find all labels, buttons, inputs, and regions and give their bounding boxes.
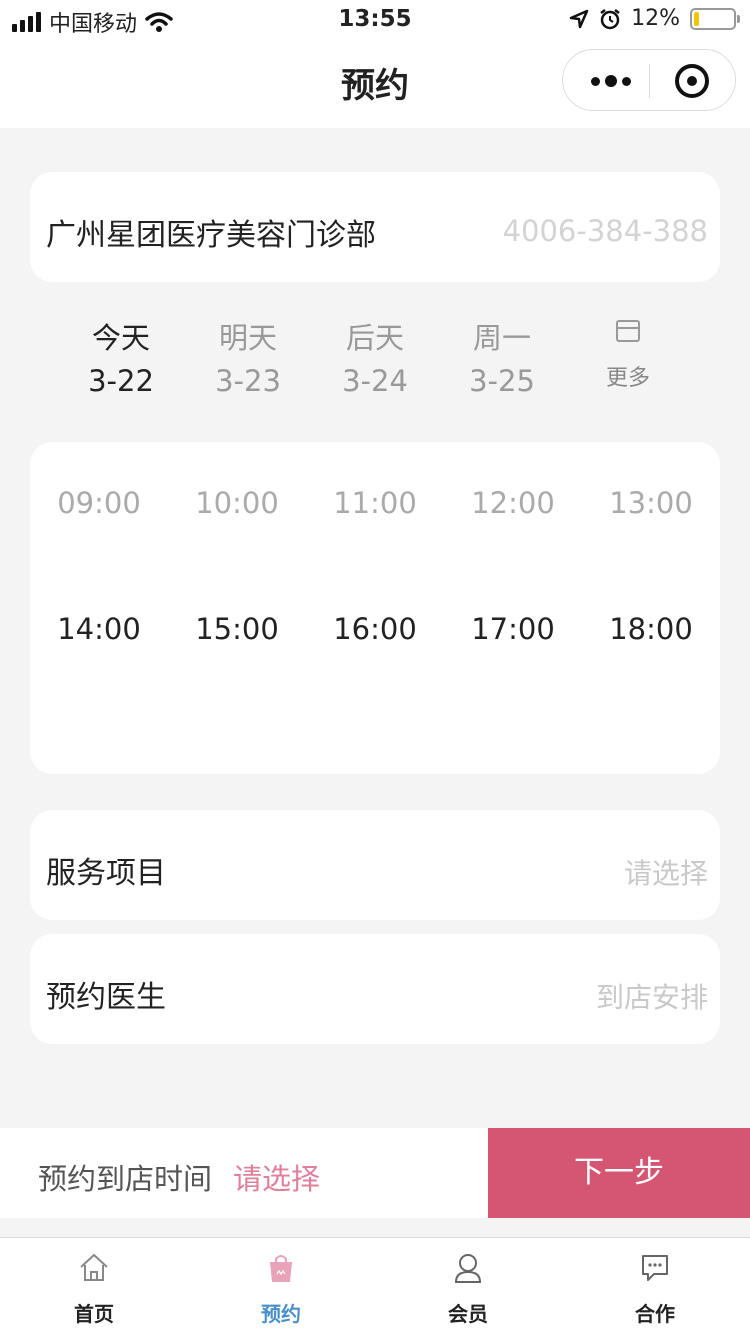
shopping-bag-icon bbox=[270, 1255, 292, 1282]
booking-time-choose[interactable]: 请选择 bbox=[233, 1156, 320, 1198]
date-tab-date: 3-25 bbox=[469, 364, 535, 398]
service-row[interactable]: 服务项目 请选择 bbox=[30, 810, 720, 920]
date-tab-date: 3-22 bbox=[88, 364, 154, 398]
booking-time-label: 预约到店时间 bbox=[38, 1162, 213, 1196]
store-phone[interactable]: 4006-384-388 bbox=[503, 214, 708, 248]
tab-member-label: 会员 bbox=[448, 1302, 488, 1326]
calendar-icon bbox=[616, 320, 640, 342]
doctor-value: 到店安排 bbox=[595, 981, 708, 1014]
date-tab-3[interactable]: 周一 3-25 bbox=[442, 318, 562, 404]
tab-member[interactable]: 会员 bbox=[374, 1238, 562, 1334]
date-tab-name: 明天 bbox=[218, 321, 277, 355]
battery-icon bbox=[690, 7, 740, 30]
status-bar: 中国移动 13:55 12% bbox=[0, 0, 750, 40]
location-icon bbox=[569, 9, 589, 28]
more-icon[interactable] bbox=[591, 72, 631, 90]
tab-booking[interactable]: 预约 bbox=[187, 1238, 375, 1334]
time-slot[interactable]: 16:00 bbox=[306, 612, 444, 646]
time-slot[interactable]: 13:00 bbox=[582, 486, 720, 520]
time-slot-card: 09:00 10:00 11:00 12:00 13:00 14:00 15:00 16:00… bbox=[30, 442, 720, 774]
doctor-row[interactable]: 预约医生 到店安排 bbox=[30, 934, 720, 1044]
close-target-icon[interactable] bbox=[675, 64, 709, 98]
tab-bar: 首页 预约 会员 合作 bbox=[0, 1237, 750, 1334]
store-card: 广州星团医疗美容门诊部 4006-384-388 bbox=[30, 172, 720, 282]
tab-cooperation[interactable]: 合作 bbox=[561, 1238, 749, 1334]
time-slot[interactable]: 12:00 bbox=[444, 486, 582, 520]
date-tab-date: 3-23 bbox=[215, 364, 281, 398]
time-slot[interactable]: 18:00 bbox=[582, 612, 720, 646]
date-tab-date: 3-24 bbox=[342, 364, 408, 398]
time-slot[interactable]: 15:00 bbox=[168, 612, 306, 646]
date-tab-name: 后天 bbox=[345, 321, 404, 355]
service-label: 服务项目 bbox=[46, 856, 166, 891]
tab-home[interactable]: 首页 bbox=[0, 1238, 188, 1334]
tab-booking-label: 预约 bbox=[261, 1302, 301, 1326]
home-icon bbox=[80, 1254, 108, 1281]
time-slot[interactable]: 14:00 bbox=[30, 612, 168, 646]
top-bar: 中国移动 13:55 12% 预约 bbox=[0, 0, 750, 128]
user-icon bbox=[454, 1254, 482, 1283]
date-tabs: 今天 3-22 明天 3-23 后天 3-24 周一 3-25 更多 bbox=[0, 318, 750, 408]
date-tab-name: 今天 bbox=[91, 321, 150, 355]
alarm-icon bbox=[600, 8, 620, 29]
time-slot[interactable]: 09:00 bbox=[30, 486, 168, 520]
date-tab-name: 周一 bbox=[472, 321, 531, 355]
store-name: 广州星团医疗美容门诊部 bbox=[46, 218, 376, 253]
next-step-button[interactable]: 下一步 bbox=[488, 1128, 750, 1218]
time-slot[interactable]: 17:00 bbox=[444, 612, 582, 646]
service-value: 请选择 bbox=[623, 857, 708, 890]
date-tab-1[interactable]: 明天 3-23 bbox=[188, 318, 308, 404]
doctor-label: 预约医生 bbox=[46, 980, 166, 1015]
time-slot[interactable]: 11:00 bbox=[306, 486, 444, 520]
tab-home-label: 首页 bbox=[74, 1302, 114, 1326]
date-tab-0[interactable]: 今天 3-22 bbox=[61, 318, 181, 404]
battery-fill bbox=[694, 11, 699, 26]
chat-icon bbox=[642, 1255, 668, 1281]
more-dates-label: 更多 bbox=[605, 366, 650, 391]
time-slot[interactable]: 10:00 bbox=[168, 486, 306, 520]
more-dates-button[interactable]: 更多 bbox=[568, 318, 688, 392]
date-tab-2[interactable]: 后天 3-24 bbox=[315, 318, 435, 404]
booking-bar: 预约到店时间 请选择 下一步 bbox=[0, 1128, 750, 1218]
battery-percent: 12% bbox=[631, 6, 680, 31]
tab-cooperation-label: 合作 bbox=[635, 1302, 675, 1326]
mini-program-capsule bbox=[562, 49, 736, 111]
